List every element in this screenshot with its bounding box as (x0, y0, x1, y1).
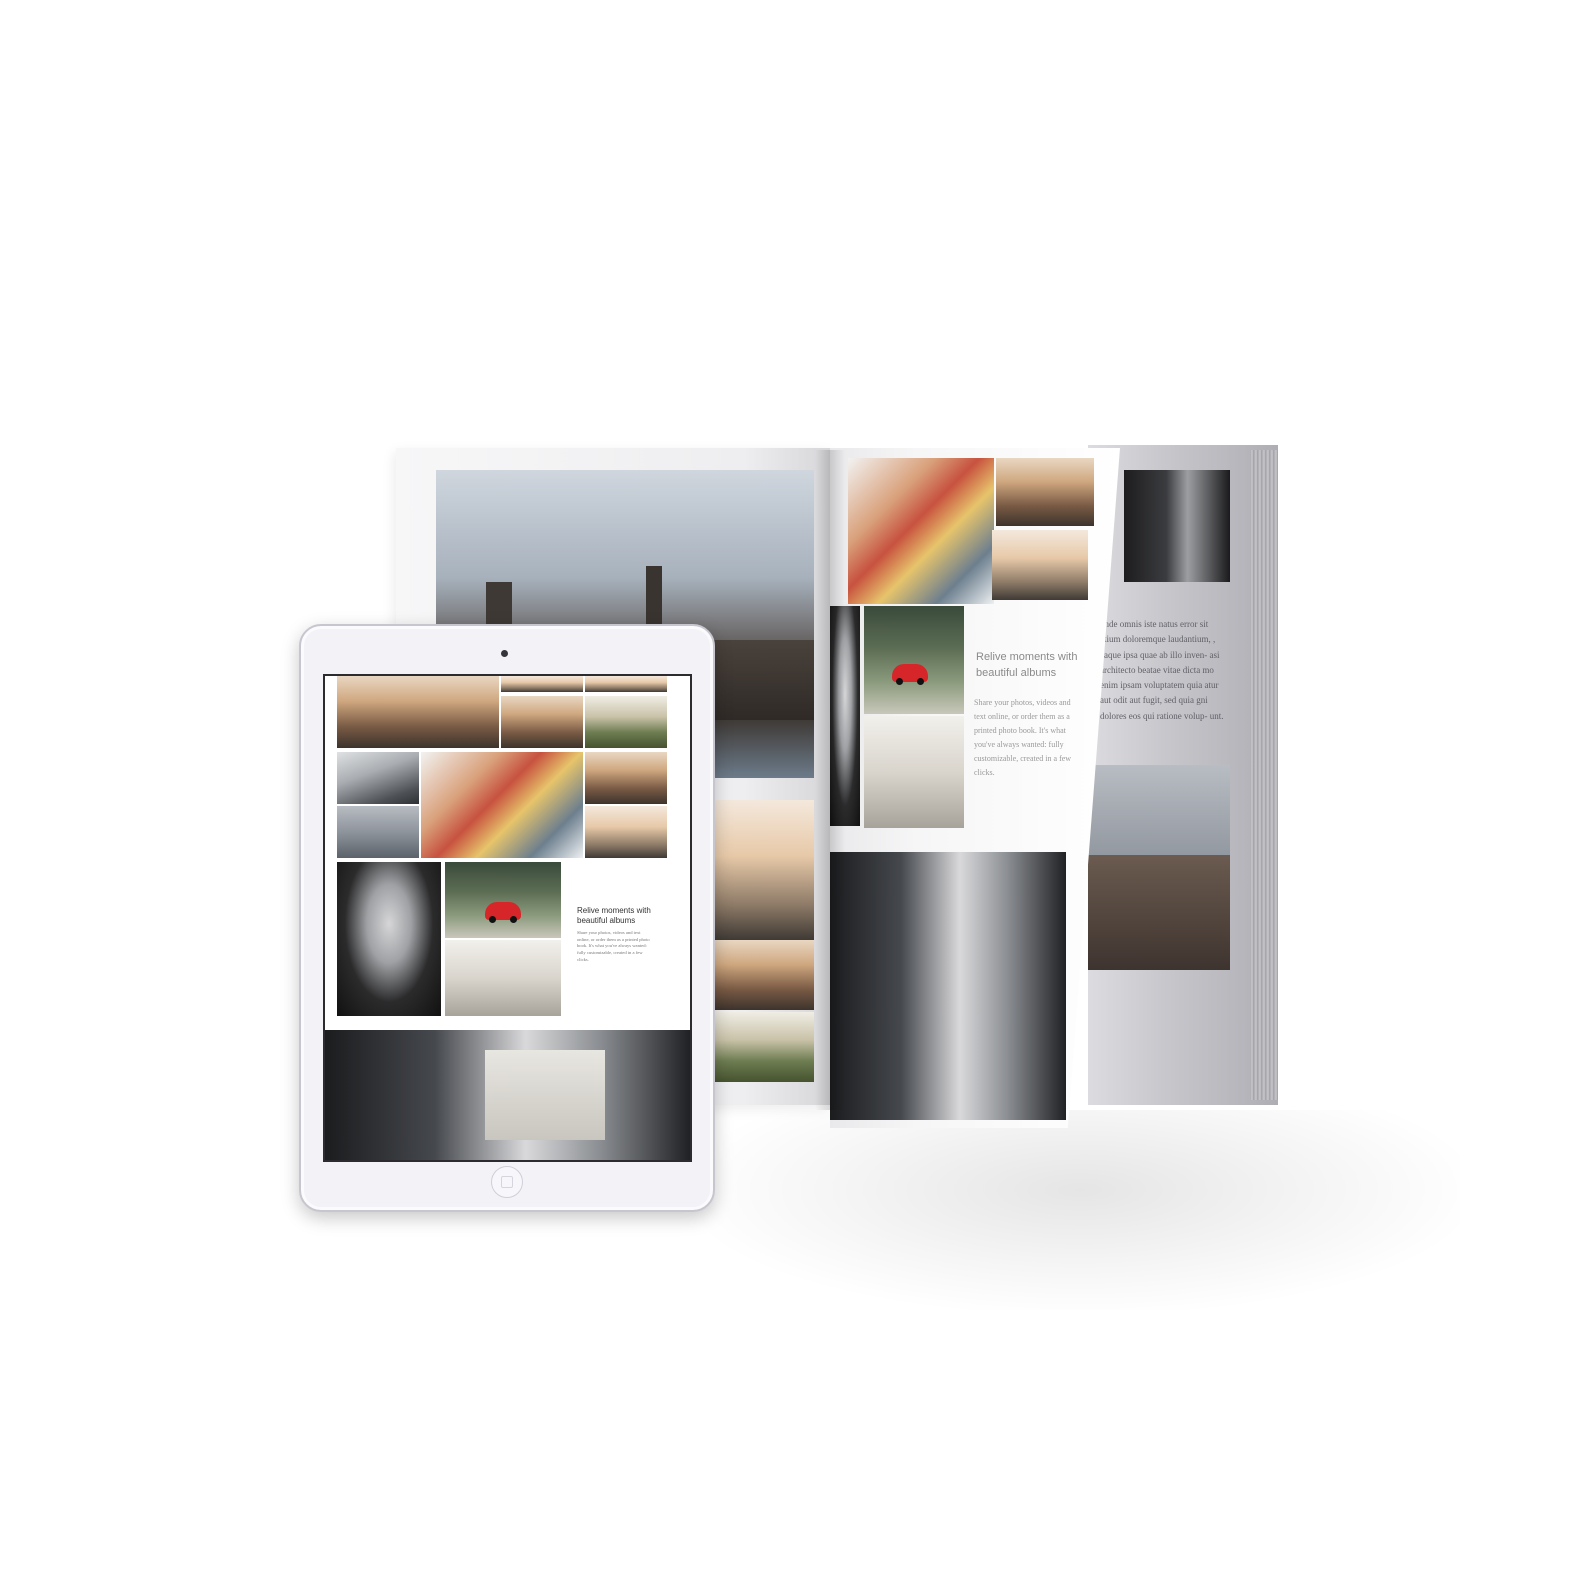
tablet-screen: Relive moments with beautiful albums Sha… (323, 674, 692, 1162)
rainy-window-photo (337, 806, 419, 858)
window-photo (1124, 470, 1230, 582)
paris-building-photo (445, 940, 561, 1016)
colorful-houses-photo (421, 752, 583, 858)
city-aerial-photo (1088, 765, 1230, 970)
tablet-device: Relive moments with beautiful albums Sha… (299, 624, 715, 1212)
facade-shape (485, 1050, 605, 1140)
page-heading: Relive moments with beautiful albums (976, 651, 1078, 679)
tower-bridge-photo (706, 940, 814, 1010)
sunset-strip-photo-2 (585, 676, 667, 692)
sunset-strip-photo (501, 676, 583, 692)
under-page-text: unde omnis iste natus error sit atium do… (1100, 619, 1224, 721)
rome-dusk-photo (585, 752, 667, 804)
book-page-edges (1250, 450, 1278, 1100)
paris-building-photo (864, 716, 964, 828)
wheel-shape (510, 916, 517, 923)
red-car-shape (892, 664, 928, 685)
paris-rooftops-photo (501, 696, 583, 748)
home-button[interactable] (491, 1166, 523, 1198)
basilica-photo (992, 530, 1088, 600)
aerial-buildings-shape (1088, 855, 1230, 970)
book-gutter (815, 450, 845, 1110)
red-car-shape (485, 902, 521, 923)
red-car-photo (445, 862, 561, 938)
camera-icon (501, 650, 508, 657)
book-curling-page: Relive moments with beautiful albums Sha… (830, 448, 1120, 1128)
album-body-text: Share your photos, videos and text onlin… (577, 930, 650, 962)
colorful-houses-photo (848, 458, 994, 604)
louvre-arch-photo (337, 862, 441, 1016)
paris-street-photo (830, 852, 1066, 1120)
city-hills-photo (706, 1012, 814, 1082)
home-square-icon (501, 1176, 513, 1188)
rome-dome-photo (706, 800, 814, 940)
page-body-text: Share your photos, videos and text onlin… (974, 698, 1072, 777)
book-shadow (700, 1110, 1460, 1310)
city-overlook-photo (996, 458, 1094, 526)
basilica-photo (585, 806, 667, 858)
wheel-shape (489, 916, 496, 923)
wheel-shape (917, 678, 924, 685)
green-city-photo (585, 696, 667, 748)
wheel-shape (896, 678, 903, 685)
paris-street-photo (325, 1030, 690, 1160)
walking-woman-photo (337, 676, 499, 748)
red-car-photo (864, 606, 964, 714)
railway-photo (337, 752, 419, 804)
album-heading: Relive moments with beautiful albums (577, 906, 651, 926)
